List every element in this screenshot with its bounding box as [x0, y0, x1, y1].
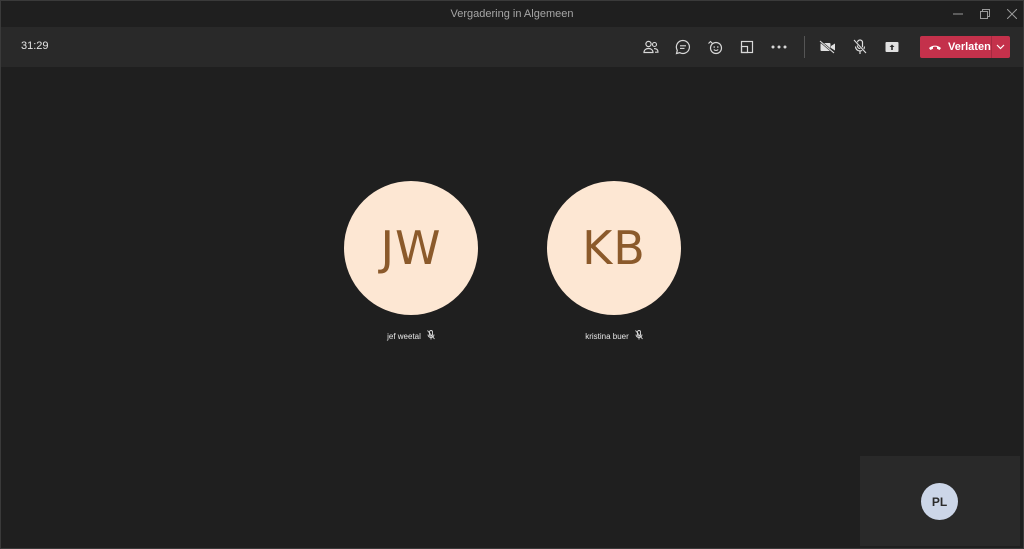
reactions-icon[interactable] [706, 38, 724, 56]
chevron-down-icon[interactable] [992, 36, 1010, 58]
leave-label: Verlaten [948, 41, 991, 53]
toolbar-divider [804, 36, 805, 58]
self-preview-tile[interactable]: PL [860, 456, 1020, 546]
chat-icon[interactable] [674, 38, 692, 56]
more-options-icon[interactable] [770, 38, 788, 56]
participants-icon[interactable] [642, 38, 660, 56]
title-bar: Vergadering in Algemeen [1, 1, 1023, 27]
leave-button[interactable]: Verlaten [920, 36, 1010, 58]
minimize-icon[interactable] [950, 6, 966, 22]
window-title: Vergadering in Algemeen [450, 8, 574, 20]
restore-icon[interactable] [977, 6, 993, 22]
participant-name: kristina buer [585, 331, 629, 341]
close-icon[interactable] [1004, 6, 1020, 22]
meeting-toolbar: 31:29 Verlaten [1, 27, 1023, 67]
room-view-icon[interactable] [738, 38, 756, 56]
self-initials: PL [931, 494, 948, 509]
avatar[interactable]: JW [344, 181, 478, 315]
participant-tile: KB kristina buer [547, 181, 681, 341]
share-screen-icon[interactable] [883, 38, 901, 56]
participant-name-row: jef weetal [344, 330, 478, 342]
participant-name: jef weetal [387, 331, 421, 341]
meeting-timer: 31:29 [21, 40, 49, 52]
participant-tile: JW jef weetal [344, 181, 478, 341]
avatar[interactable]: KB [547, 181, 681, 315]
camera-off-icon[interactable] [819, 38, 837, 56]
participant-name-row: kristina buer [547, 330, 681, 342]
mic-muted-icon [427, 330, 435, 342]
leave-main-button[interactable]: Verlaten [920, 36, 991, 58]
mic-muted-icon [634, 330, 643, 342]
avatar-initials: KB [582, 221, 646, 275]
hang-up-icon [928, 38, 942, 56]
mic-muted-icon[interactable] [851, 38, 869, 56]
avatar-initials: JW [380, 221, 442, 275]
avatar: PL [921, 483, 958, 520]
